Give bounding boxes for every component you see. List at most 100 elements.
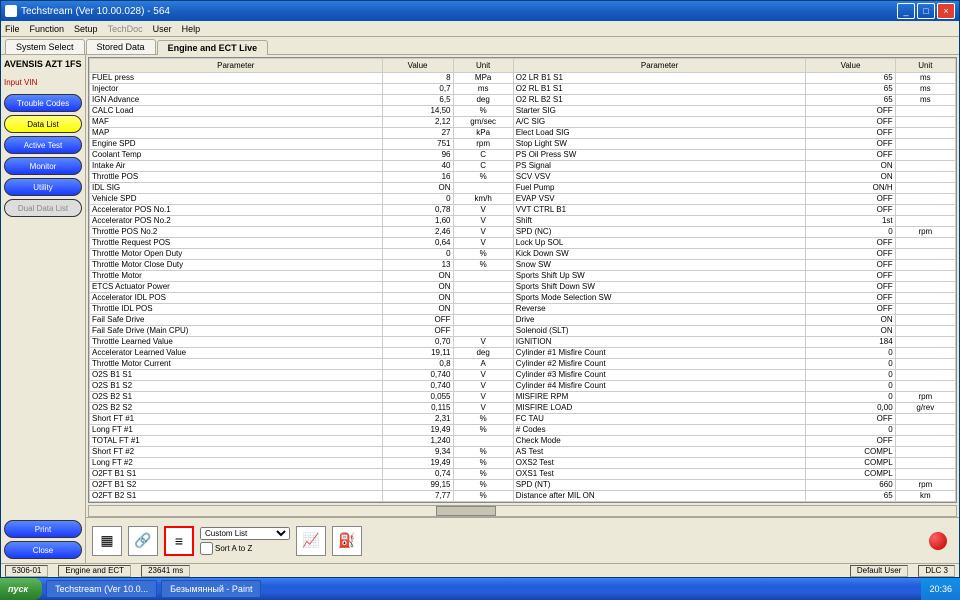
data-table-wrap[interactable]: Parameter Value Unit Parameter Value Uni…: [88, 57, 957, 503]
table-row[interactable]: O2FT B1 S299,15%SPD (NT)660rpm: [90, 480, 956, 491]
table-row[interactable]: Throttle MotorONSports Shift Up SWOFF: [90, 271, 956, 282]
table-row[interactable]: O2FT B2 S299,15%AT Fluid Temp69C: [90, 502, 956, 504]
tab-stored-data[interactable]: Stored Data: [86, 39, 156, 54]
monitor-button[interactable]: Monitor: [4, 157, 82, 175]
param-cell: IDL SIG: [90, 183, 383, 194]
param-cell: SPD (NT): [513, 480, 806, 491]
table-row[interactable]: Injector0,7msO2 RL B1 S165ms: [90, 84, 956, 95]
param-cell: Sports Shift Down SW: [513, 282, 806, 293]
menu-help[interactable]: Help: [182, 24, 201, 34]
horizontal-scrollbar[interactable]: [88, 505, 957, 517]
table-row[interactable]: Throttle Request POS0,64VLock Up SOLOFF: [90, 238, 956, 249]
tool-link-icon[interactable]: 🔗: [128, 526, 158, 556]
table-row[interactable]: Intake Air40CPS SignalON: [90, 161, 956, 172]
maximize-button[interactable]: □: [917, 3, 935, 19]
unit-cell: [895, 304, 955, 315]
table-row[interactable]: Accelerator IDL POSONSports Mode Selecti…: [90, 293, 956, 304]
unit-cell: deg: [453, 95, 513, 106]
unit-cell: C: [453, 150, 513, 161]
table-row[interactable]: CALC Load14,50%Starter SIGOFF: [90, 106, 956, 117]
data-list-button[interactable]: Data List: [4, 115, 82, 133]
value-cell: OFF: [806, 117, 895, 128]
active-test-button[interactable]: Active Test: [4, 136, 82, 154]
tool-gauge-icon[interactable]: ⛽: [332, 526, 362, 556]
unit-cell: rpm: [895, 392, 955, 403]
start-button[interactable]: пуск: [0, 578, 42, 600]
table-row[interactable]: O2S B1 S10,740VCylinder #3 Misfire Count…: [90, 370, 956, 381]
menu-techdoc[interactable]: TechDoc: [108, 24, 143, 34]
table-row[interactable]: MAP27kPaElect Load SIGOFF: [90, 128, 956, 139]
sort-checkbox-label[interactable]: Sort A to Z: [200, 542, 290, 555]
header-unit-2[interactable]: Unit: [895, 59, 955, 73]
table-row[interactable]: TOTAL FT #11,240Check ModeOFF: [90, 436, 956, 447]
unit-cell: %: [453, 106, 513, 117]
value-cell: 0,74: [382, 469, 453, 480]
menu-user[interactable]: User: [153, 24, 172, 34]
param-cell: TOTAL FT #1: [90, 436, 383, 447]
input-vin-link[interactable]: Input VIN: [4, 78, 82, 87]
sort-checkbox[interactable]: [200, 542, 213, 555]
minimize-button[interactable]: _: [897, 3, 915, 19]
table-row[interactable]: Coolant Temp96CPS Oil Press SWOFF: [90, 150, 956, 161]
table-row[interactable]: Long FT #219,49%OXS2 TestCOMPL: [90, 458, 956, 469]
table-row[interactable]: Fail Safe DriveOFFDriveON: [90, 315, 956, 326]
taskbar-app-techstream[interactable]: Techstream (Ver 10.0...: [46, 580, 157, 598]
value-cell: 0,740: [382, 370, 453, 381]
table-row[interactable]: Throttle IDL POSONReverseOFF: [90, 304, 956, 315]
header-value-1[interactable]: Value: [382, 59, 453, 73]
table-row[interactable]: Engine SPD751rpmStop Light SWOFF: [90, 139, 956, 150]
table-row[interactable]: IGN Advance6,5degO2 RL B2 S165ms: [90, 95, 956, 106]
table-row[interactable]: Accelerator Learned Value19,11degCylinde…: [90, 348, 956, 359]
table-row[interactable]: Vehicle SPD0km/hEVAP VSVOFF: [90, 194, 956, 205]
system-tray[interactable]: 20:36: [921, 578, 960, 600]
record-button[interactable]: [929, 532, 947, 550]
close-button[interactable]: ×: [937, 3, 955, 19]
taskbar-app-paint[interactable]: Безымянный - Paint: [161, 580, 261, 598]
close-panel-button[interactable]: Close: [4, 541, 82, 559]
menu-function[interactable]: Function: [30, 24, 65, 34]
table-row[interactable]: Throttle Motor Current0,8ACylinder #2 Mi…: [90, 359, 956, 370]
table-row[interactable]: Short FT #29,34%AS TestCOMPL: [90, 447, 956, 458]
trouble-codes-button[interactable]: Trouble Codes: [4, 94, 82, 112]
header-unit-1[interactable]: Unit: [453, 59, 513, 73]
table-row[interactable]: MAF2,12gm/secA/C SIGOFF: [90, 117, 956, 128]
table-row[interactable]: Throttle POS No.22,46VSPD (NC)0rpm: [90, 227, 956, 238]
header-param-2[interactable]: Parameter: [513, 59, 806, 73]
param-cell: O2 RL B1 S1: [513, 84, 806, 95]
table-row[interactable]: O2S B2 S20,115VMISFIRE LOAD0,00g/rev: [90, 403, 956, 414]
header-param-1[interactable]: Parameter: [90, 59, 383, 73]
table-row[interactable]: O2S B1 S20,740VCylinder #4 Misfire Count…: [90, 381, 956, 392]
table-row[interactable]: FUEL press8MPaO2 LR B1 S165ms: [90, 73, 956, 84]
table-row[interactable]: Throttle Motor Close Duty13%Snow SWOFF: [90, 260, 956, 271]
table-row[interactable]: O2FT B1 S10,74%OXS1 TestCOMPL: [90, 469, 956, 480]
table-row[interactable]: Long FT #119,49%# Codes0: [90, 425, 956, 436]
table-row[interactable]: O2FT B2 S17,77%Distance after MIL ON65km: [90, 491, 956, 502]
tool-list-icon[interactable]: ≡: [164, 526, 194, 556]
value-cell: 0,78: [382, 205, 453, 216]
custom-list-select[interactable]: Custom List: [200, 527, 290, 540]
table-row[interactable]: ETCS Actuator PowerONSports Shift Down S…: [90, 282, 956, 293]
table-row[interactable]: Short FT #12,31%FC TAUOFF: [90, 414, 956, 425]
header-value-2[interactable]: Value: [806, 59, 895, 73]
menu-setup[interactable]: Setup: [74, 24, 98, 34]
table-row[interactable]: Accelerator POS No.10,78VVVT CTRL B1OFF: [90, 205, 956, 216]
value-cell: 751: [382, 139, 453, 150]
value-cell: 9,34: [382, 447, 453, 458]
table-row[interactable]: Throttle Learned Value0,70VIGNITION184: [90, 337, 956, 348]
table-row[interactable]: Throttle POS16%SCV VSVON: [90, 172, 956, 183]
table-row[interactable]: IDL SIGONFuel PumpON/H: [90, 183, 956, 194]
tab-system-select[interactable]: System Select: [5, 39, 85, 54]
table-row[interactable]: Fail Safe Drive (Main CPU)OFFSolenoid (S…: [90, 326, 956, 337]
table-row[interactable]: Accelerator POS No.21,60VShift1st: [90, 216, 956, 227]
param-cell: # Codes: [513, 425, 806, 436]
tool-graph-icon[interactable]: 📈: [296, 526, 326, 556]
tool-table-icon[interactable]: ▦: [92, 526, 122, 556]
menu-file[interactable]: File: [5, 24, 20, 34]
table-row[interactable]: Throttle Motor Open Duty0%Kick Down SWOF…: [90, 249, 956, 260]
table-row[interactable]: O2S B2 S10,055VMISFIRE RPM0rpm: [90, 392, 956, 403]
utility-button[interactable]: Utility: [4, 178, 82, 196]
tab-engine-ect-live[interactable]: Engine and ECT Live: [157, 40, 269, 55]
param-cell: O2FT B1 S2: [90, 480, 383, 491]
param-cell: EVAP VSV: [513, 194, 806, 205]
print-button[interactable]: Print: [4, 520, 82, 538]
